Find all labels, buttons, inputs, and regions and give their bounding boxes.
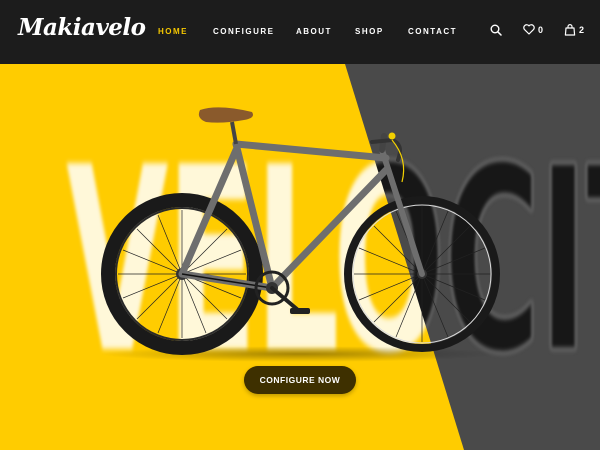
- page: Makiavelo HOME CONFIGURE ABOUT SHOP CONT…: [0, 0, 600, 450]
- hero-section: VELOCITY VELOCITY: [0, 64, 600, 450]
- favorites-button[interactable]: 0: [523, 24, 543, 35]
- configure-now-button[interactable]: CONFIGURE NOW: [244, 366, 356, 394]
- nav-item-contact[interactable]: CONTACT: [408, 27, 457, 36]
- nav-item-home[interactable]: HOME: [158, 27, 188, 36]
- search-icon: [490, 24, 502, 36]
- nav-item-about[interactable]: ABOUT: [296, 27, 332, 36]
- saddle: [198, 107, 253, 145]
- heart-icon: [523, 24, 535, 35]
- cart-button[interactable]: 2: [564, 24, 584, 36]
- shopping-bag-icon: [564, 24, 576, 36]
- brand-logo[interactable]: Makiavelo: [18, 14, 146, 41]
- nav-item-configure[interactable]: CONFIGURE: [213, 27, 275, 36]
- cart-count: 2: [579, 25, 585, 35]
- search-button[interactable]: [490, 24, 502, 36]
- favorites-count: 0: [538, 24, 544, 35]
- nav-item-shop[interactable]: SHOP: [355, 27, 384, 36]
- site-header: Makiavelo HOME CONFIGURE ABOUT SHOP CONT…: [0, 0, 600, 64]
